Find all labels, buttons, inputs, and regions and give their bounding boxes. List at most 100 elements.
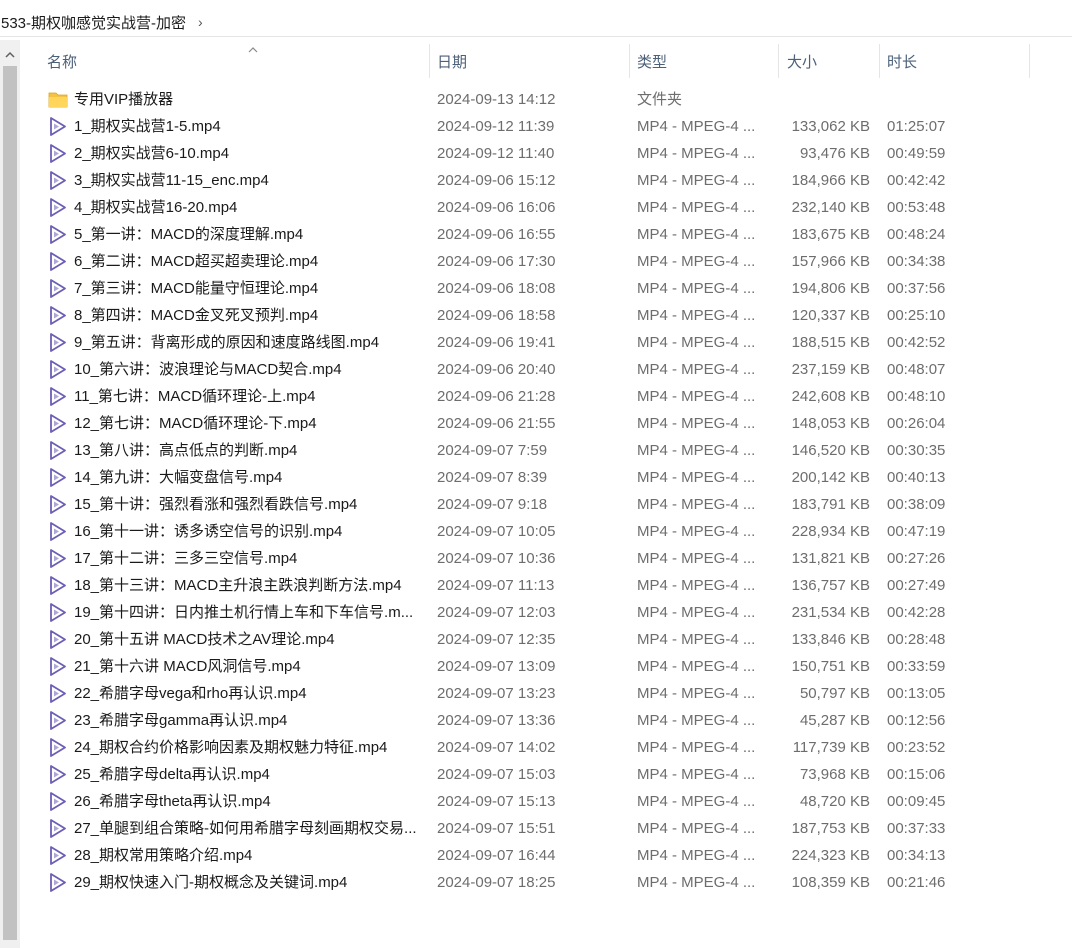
video-file-icon bbox=[48, 629, 68, 650]
file-type: MP4 - MPEG-4 ... bbox=[637, 523, 756, 540]
file-row[interactable]: 3_期权实战营11-15_enc.mp4 2024-09-06 15:12 MP… bbox=[20, 167, 1072, 194]
file-duration: 00:34:38 bbox=[887, 253, 946, 270]
file-row[interactable]: 4_期权实战营16-20.mp4 2024-09-06 16:06 MP4 - … bbox=[20, 194, 1072, 221]
file-row[interactable]: 8_第四讲：MACD金叉死叉预判.mp4 2024-09-06 18:58 MP… bbox=[20, 302, 1072, 329]
file-date: 2024-09-07 16:44 bbox=[437, 847, 556, 864]
file-duration: 00:48:24 bbox=[887, 226, 946, 243]
file-name: 19_第十四讲：日内推土机行情上车和下车信号.m... bbox=[74, 604, 414, 621]
file-type: MP4 - MPEG-4 ... bbox=[637, 631, 756, 648]
file-name: 22_希腊字母vega和rho再认识.mp4 bbox=[74, 685, 307, 702]
video-file-icon bbox=[48, 602, 68, 623]
file-row[interactable]: 11_第七讲：MACD循环理论-上.mp4 2024-09-06 21:28 M… bbox=[20, 383, 1072, 410]
file-type: MP4 - MPEG-4 ... bbox=[637, 361, 756, 378]
file-size: 45,287 KB bbox=[799, 712, 870, 729]
file-type: MP4 - MPEG-4 ... bbox=[637, 280, 756, 297]
column-divider[interactable] bbox=[429, 44, 430, 78]
file-row[interactable]: 24_期权合约价格影响因素及期权魅力特征.mp4 2024-09-07 14:0… bbox=[20, 734, 1072, 761]
file-size: 133,846 KB bbox=[791, 631, 870, 648]
file-row[interactable]: 26_希腊字母theta再认识.mp4 2024-09-07 15:13 MP4… bbox=[20, 788, 1072, 815]
file-date: 2024-09-12 11:40 bbox=[437, 145, 555, 162]
file-date: 2024-09-07 15:51 bbox=[437, 820, 556, 837]
file-duration: 00:15:06 bbox=[887, 766, 946, 783]
video-file-icon bbox=[48, 440, 68, 461]
file-row[interactable]: 28_期权常用策略介绍.mp4 2024-09-07 16:44 MP4 - M… bbox=[20, 842, 1072, 869]
file-row[interactable]: 27_单腿到组合策略-如何用希腊字母刻画期权交易... 2024-09-07 1… bbox=[20, 815, 1072, 842]
file-row[interactable]: 13_第八讲：高点低点的判断.mp4 2024-09-07 7:59 MP4 -… bbox=[20, 437, 1072, 464]
file-row[interactable]: 2_期权实战营6-10.mp4 2024-09-12 11:40 MP4 - M… bbox=[20, 140, 1072, 167]
file-name: 12_第七讲：MACD循环理论-下.mp4 bbox=[74, 415, 317, 432]
file-duration: 00:48:10 bbox=[887, 388, 946, 405]
scroll-up-arrow-icon[interactable] bbox=[0, 44, 20, 64]
file-name: 2_期权实战营6-10.mp4 bbox=[74, 145, 230, 162]
file-row[interactable]: 1_期权实战营1-5.mp4 2024-09-12 11:39 MP4 - MP… bbox=[20, 113, 1072, 140]
file-list: 专用VIP播放器 2024-09-13 14:12 文件夹 1_期权实战营1-5… bbox=[20, 86, 1072, 896]
file-duration: 00:12:56 bbox=[887, 712, 946, 729]
file-row[interactable]: 21_第十六讲 MACD风洞信号.mp4 2024-09-07 13:09 MP… bbox=[20, 653, 1072, 680]
column-divider[interactable] bbox=[778, 44, 779, 78]
file-row[interactable]: 16_第十一讲：诱多诱空信号的识别.mp4 2024-09-07 10:05 M… bbox=[20, 518, 1072, 545]
file-date: 2024-09-07 15:13 bbox=[437, 793, 556, 810]
column-header-type[interactable]: 类型 bbox=[637, 44, 667, 78]
file-row[interactable]: 29_期权快速入门-期权概念及关键词.mp4 2024-09-07 18:25 … bbox=[20, 869, 1072, 896]
file-name: 25_希腊字母delta再认识.mp4 bbox=[74, 766, 270, 783]
file-name: 15_第十讲：强烈看涨和强烈看跌信号.mp4 bbox=[74, 496, 358, 513]
video-file-icon bbox=[48, 170, 68, 191]
file-row[interactable]: 12_第七讲：MACD循环理论-下.mp4 2024-09-06 21:55 M… bbox=[20, 410, 1072, 437]
column-divider[interactable] bbox=[629, 44, 630, 78]
file-size: 188,515 KB bbox=[791, 334, 870, 351]
file-date: 2024-09-06 17:30 bbox=[437, 253, 556, 270]
file-type: MP4 - MPEG-4 ... bbox=[637, 712, 756, 729]
file-row[interactable]: 专用VIP播放器 2024-09-13 14:12 文件夹 bbox=[20, 86, 1072, 113]
file-type: MP4 - MPEG-4 ... bbox=[637, 307, 756, 324]
breadcrumb[interactable]: 533-期权咖感觉实战营-加密 › bbox=[0, 8, 1072, 37]
column-divider[interactable] bbox=[1029, 44, 1030, 78]
file-type: MP4 - MPEG-4 ... bbox=[637, 874, 756, 891]
file-name: 1_期权实战营1-5.mp4 bbox=[74, 118, 221, 135]
file-type: MP4 - MPEG-4 ... bbox=[637, 658, 756, 675]
file-size: 183,675 KB bbox=[791, 226, 870, 243]
video-file-icon bbox=[48, 656, 68, 677]
column-header-duration[interactable]: 时长 bbox=[887, 44, 917, 78]
column-header-size[interactable]: 大小 bbox=[787, 44, 817, 78]
video-file-icon bbox=[48, 710, 68, 731]
file-date: 2024-09-13 14:12 bbox=[437, 91, 556, 108]
file-duration: 00:40:13 bbox=[887, 469, 946, 486]
column-header-date[interactable]: 日期 bbox=[437, 44, 467, 78]
file-size: 48,720 KB bbox=[799, 793, 870, 810]
file-duration: 00:26:04 bbox=[887, 415, 946, 432]
file-size: 146,520 KB bbox=[791, 442, 870, 459]
file-duration: 00:33:59 bbox=[887, 658, 946, 675]
file-date: 2024-09-06 15:12 bbox=[437, 172, 556, 189]
video-file-icon bbox=[48, 224, 68, 245]
file-row[interactable]: 22_希腊字母vega和rho再认识.mp4 2024-09-07 13:23 … bbox=[20, 680, 1072, 707]
file-date: 2024-09-06 21:28 bbox=[437, 388, 556, 405]
file-row[interactable]: 15_第十讲：强烈看涨和强烈看跌信号.mp4 2024-09-07 9:18 M… bbox=[20, 491, 1072, 518]
file-row[interactable]: 17_第十二讲：三多三空信号.mp4 2024-09-07 10:36 MP4 … bbox=[20, 545, 1072, 572]
file-row[interactable]: 23_希腊字母gamma再认识.mp4 2024-09-07 13:36 MP4… bbox=[20, 707, 1072, 734]
file-date: 2024-09-07 10:05 bbox=[437, 523, 556, 540]
file-row[interactable]: 18_第十三讲：MACD主升浪主跌浪判断方法.mp4 2024-09-07 11… bbox=[20, 572, 1072, 599]
video-file-icon bbox=[48, 197, 68, 218]
column-header-name[interactable]: 名称 bbox=[47, 44, 77, 78]
video-file-icon bbox=[48, 413, 68, 434]
video-file-icon bbox=[48, 494, 68, 515]
file-row[interactable]: 6_第二讲：MACD超买超卖理论.mp4 2024-09-06 17:30 MP… bbox=[20, 248, 1072, 275]
file-date: 2024-09-06 20:40 bbox=[437, 361, 556, 378]
file-row[interactable]: 20_第十五讲 MACD技术之AV理论.mp4 2024-09-07 12:35… bbox=[20, 626, 1072, 653]
file-type: MP4 - MPEG-4 ... bbox=[637, 766, 756, 783]
file-row[interactable]: 19_第十四讲：日内推土机行情上车和下车信号.m... 2024-09-07 1… bbox=[20, 599, 1072, 626]
file-row[interactable]: 5_第一讲：MACD的深度理解.mp4 2024-09-06 16:55 MP4… bbox=[20, 221, 1072, 248]
file-row[interactable]: 9_第五讲：背离形成的原因和速度路线图.mp4 2024-09-06 19:41… bbox=[20, 329, 1072, 356]
file-row[interactable]: 7_第三讲：MACD能量守恒理论.mp4 2024-09-06 18:08 MP… bbox=[20, 275, 1072, 302]
file-size: 228,934 KB bbox=[791, 523, 870, 540]
chevron-right-icon[interactable]: › bbox=[198, 14, 203, 30]
file-row[interactable]: 10_第六讲：波浪理论与MACD契合.mp4 2024-09-06 20:40 … bbox=[20, 356, 1072, 383]
file-duration: 00:42:52 bbox=[887, 334, 946, 351]
scrollbar-thumb[interactable] bbox=[3, 66, 17, 940]
breadcrumb-folder[interactable]: 533-期权咖感觉实战营-加密 bbox=[1, 12, 186, 33]
column-divider[interactable] bbox=[879, 44, 880, 78]
file-name: 20_第十五讲 MACD技术之AV理论.mp4 bbox=[74, 631, 335, 648]
file-row[interactable]: 25_希腊字母delta再认识.mp4 2024-09-07 15:03 MP4… bbox=[20, 761, 1072, 788]
file-name: 29_期权快速入门-期权概念及关键词.mp4 bbox=[74, 874, 348, 891]
file-row[interactable]: 14_第九讲：大幅变盘信号.mp4 2024-09-07 8:39 MP4 - … bbox=[20, 464, 1072, 491]
